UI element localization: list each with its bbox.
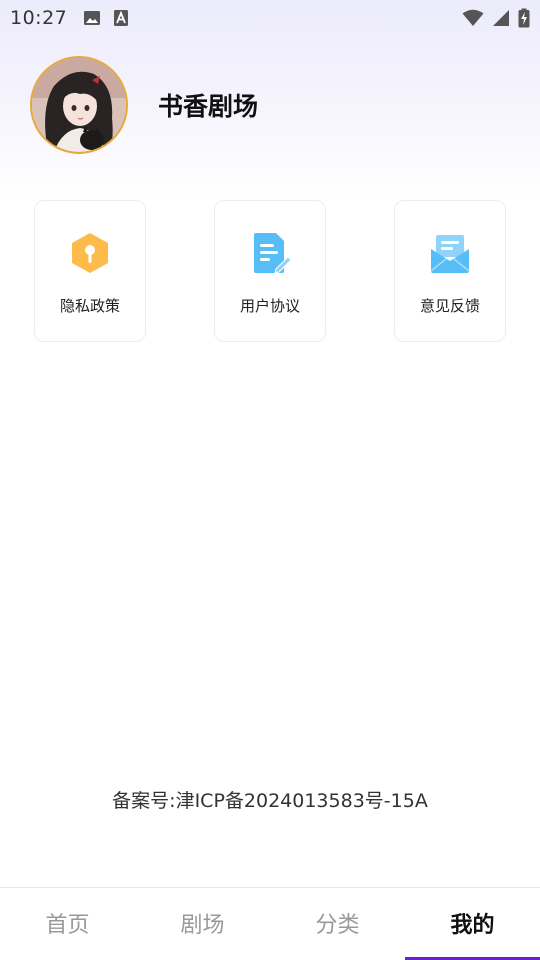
shield-key-icon bbox=[68, 231, 112, 275]
user-agreement-label: 用户协议 bbox=[239, 297, 300, 315]
nav-tab-category[interactable]: 分类 bbox=[270, 888, 405, 960]
privacy-policy-label: 隐私政策 bbox=[59, 297, 120, 315]
mail-open-icon bbox=[428, 231, 472, 275]
avatar[interactable] bbox=[30, 56, 128, 154]
font-a-icon bbox=[113, 9, 129, 27]
document-edit-icon bbox=[248, 231, 292, 275]
status-bar: 10:27 bbox=[0, 0, 540, 36]
signal-icon bbox=[492, 9, 510, 27]
status-time: 10:27 bbox=[10, 7, 68, 29]
privacy-policy-button[interactable]: 隐私政策 bbox=[34, 200, 146, 342]
username: 书香剧场 bbox=[158, 92, 259, 121]
feedback-label: 意见反馈 bbox=[419, 297, 480, 315]
nav-tab-mine[interactable]: 我的 bbox=[405, 888, 540, 960]
feedback-button[interactable]: 意见反馈 bbox=[394, 200, 506, 342]
battery-charging-icon bbox=[518, 8, 530, 28]
icp-license-text: 备案号:津ICP备2024013583号-15A bbox=[112, 790, 428, 812]
wifi-icon bbox=[462, 9, 484, 27]
image-icon bbox=[83, 9, 101, 27]
nav-tab-theater[interactable]: 剧场 bbox=[135, 888, 270, 960]
nav-tab-home[interactable]: 首页 bbox=[0, 888, 135, 960]
user-agreement-button[interactable]: 用户协议 bbox=[214, 200, 326, 342]
bottom-navigation: 首页 剧场 分类 我的 bbox=[0, 887, 540, 960]
profile-header: 书香剧场 bbox=[30, 56, 258, 154]
